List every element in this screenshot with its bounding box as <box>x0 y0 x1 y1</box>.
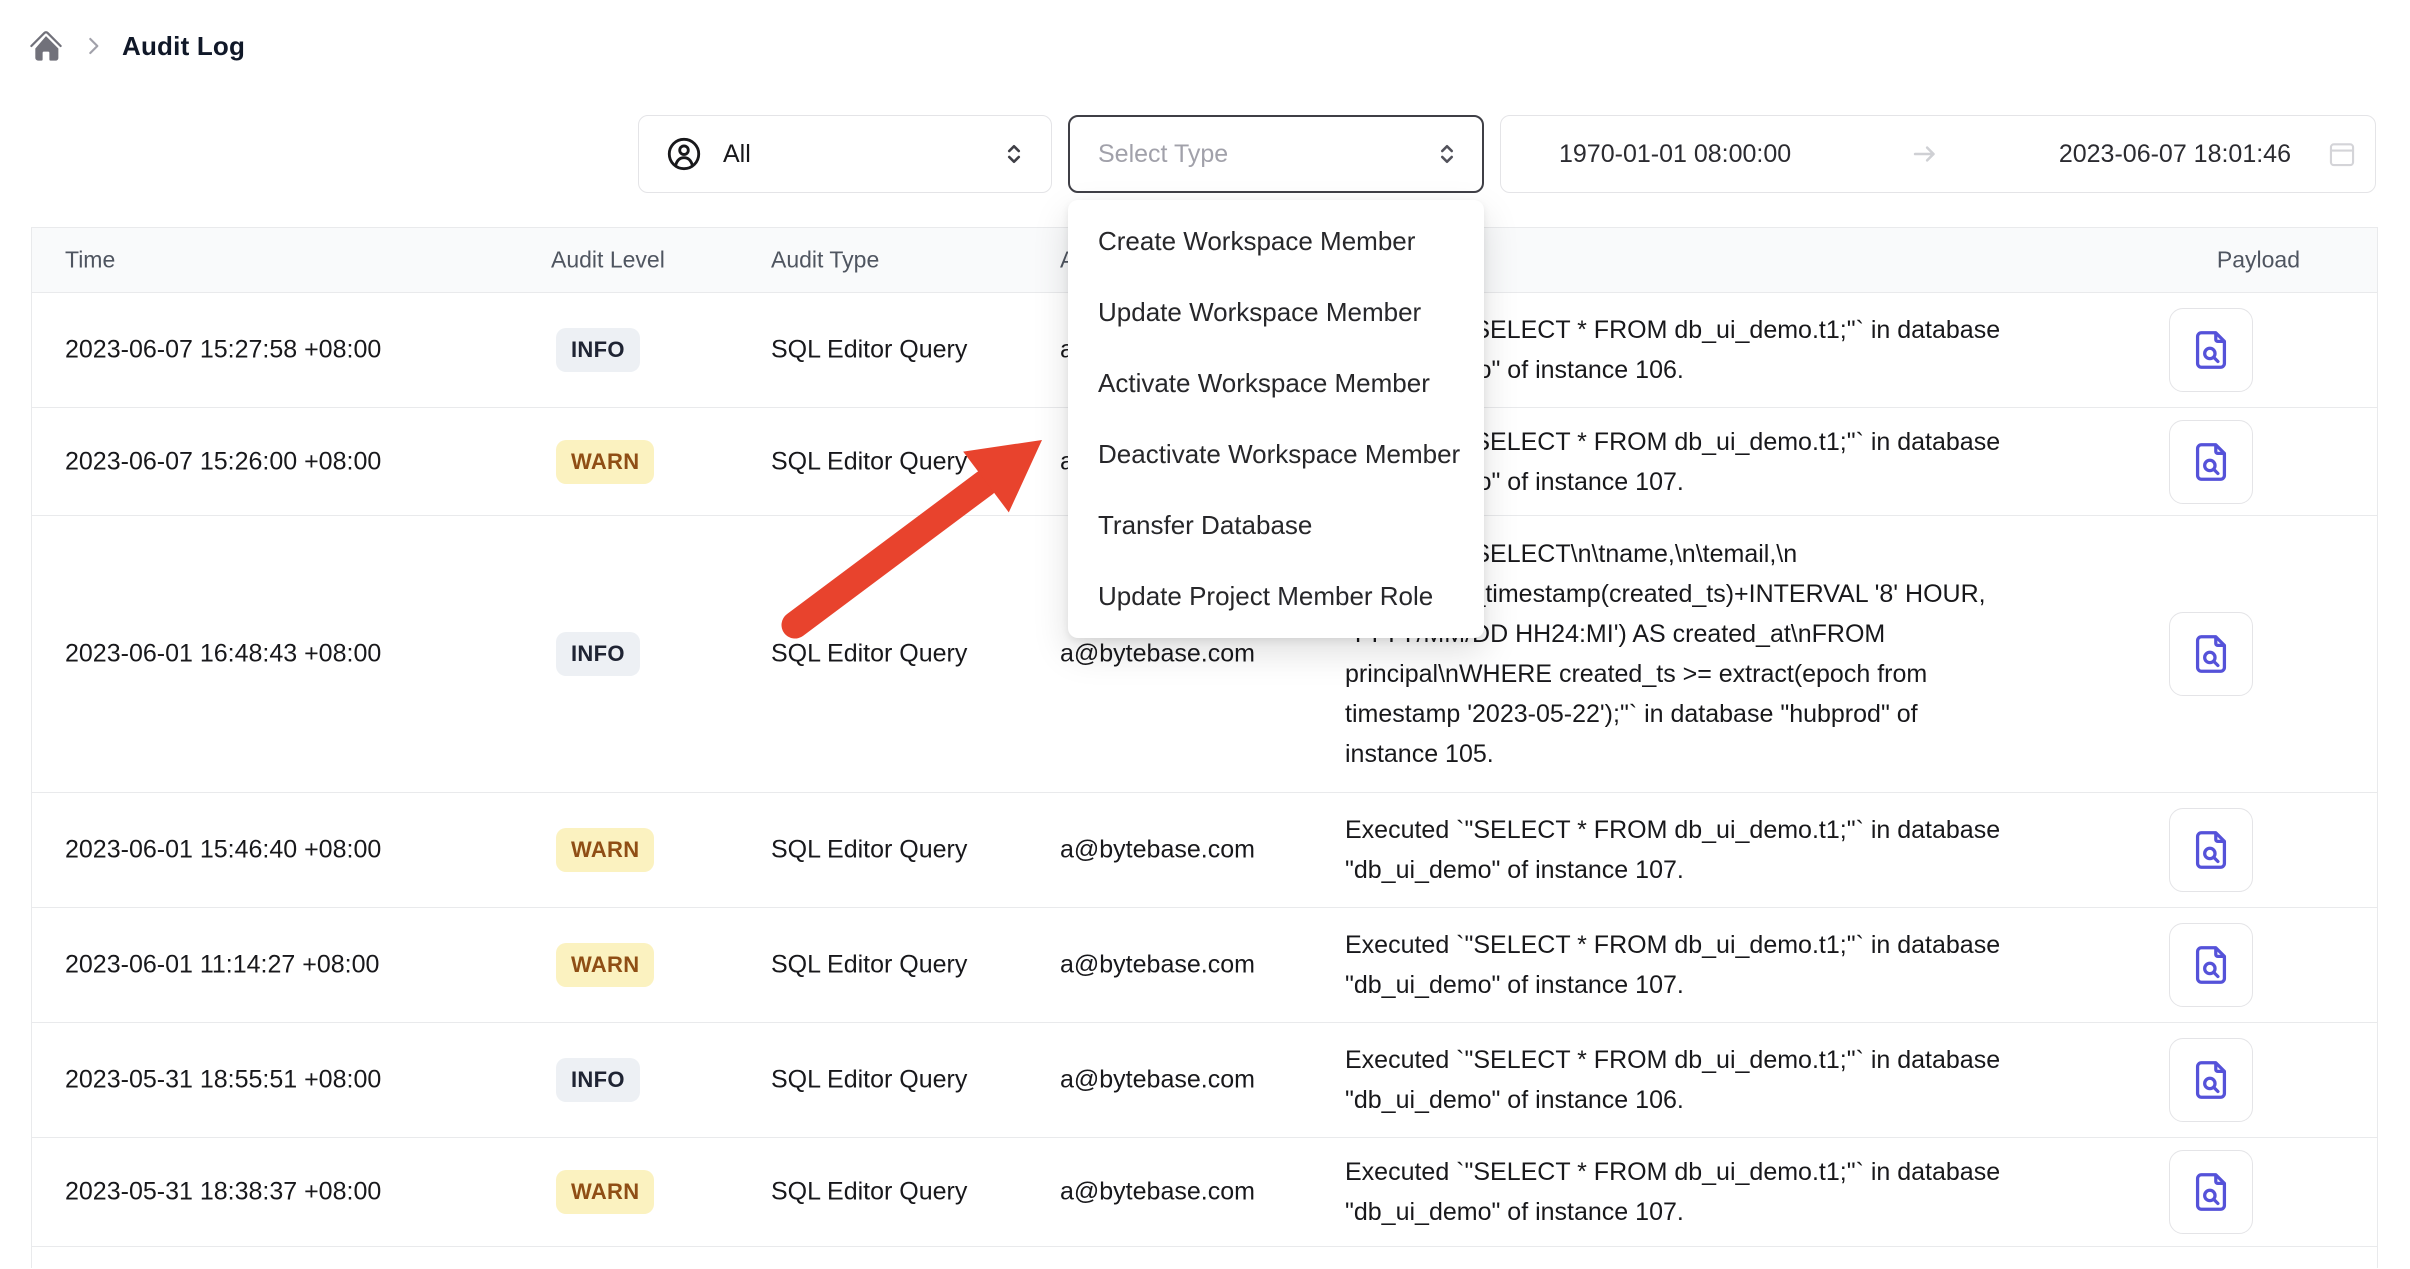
row-comment: Executed `"SELECT * FROM db_ui_demo.t1;"… <box>1345 1152 2145 1232</box>
payload-view-button[interactable] <box>2169 308 2253 392</box>
table-row <box>32 1247 2377 1269</box>
row-actor: a@bytebase.com <box>1060 836 1255 865</box>
row-comment: Executed `"SELECT * FROM db_ui_demo.t1;"… <box>1345 925 2145 1005</box>
audit-level-badge: WARN <box>556 440 654 484</box>
row-audit-type: SQL Editor Query <box>771 336 967 365</box>
row-comment: Executed `"SELECT * FROM db_ui_demo.t1;"… <box>1345 1040 2145 1120</box>
menu-item-update-project-member[interactable]: Update Project Member Role <box>1068 561 1484 632</box>
payload-view-button[interactable] <box>2169 808 2253 892</box>
row-time: 2023-06-01 15:46:40 +08:00 <box>65 836 381 865</box>
row-audit-type: SQL Editor Query <box>771 447 967 476</box>
audit-level-badge: WARN <box>556 1170 654 1214</box>
file-search-icon <box>2188 631 2234 677</box>
audit-level-badge: WARN <box>556 828 654 872</box>
calendar-icon[interactable] <box>2325 137 2359 171</box>
file-search-icon <box>2188 1057 2234 1103</box>
header-audit-level: Audit Level <box>551 247 665 274</box>
header-payload: Payload <box>2217 247 2300 274</box>
row-comment: Executed `"SELECT * FROM db_ui_demo.t1;"… <box>1345 810 2145 890</box>
file-search-icon <box>2188 327 2234 373</box>
page-title: Audit Log <box>122 31 245 62</box>
row-time: 2023-05-31 18:38:37 +08:00 <box>65 1178 381 1207</box>
type-filter-placeholder: Select Type <box>1098 140 1432 169</box>
row-audit-type: SQL Editor Query <box>771 1066 967 1095</box>
date-range-start[interactable]: 1970-01-01 08:00:00 <box>1559 140 1791 169</box>
table-row: 2023-06-01 15:46:40 +08:00 WARN SQL Edit… <box>32 793 2377 908</box>
row-actor: a@bytebase.com <box>1060 640 1255 669</box>
type-filter-select[interactable]: Select Type <box>1068 115 1484 193</box>
menu-item-deactivate-workspace-member[interactable]: Deactivate Workspace Member <box>1068 419 1484 490</box>
row-actor: a@bytebase.com <box>1060 951 1255 980</box>
audit-level-badge: INFO <box>556 632 640 676</box>
arrow-right-icon <box>1908 137 1942 171</box>
menu-item-create-workspace-member[interactable]: Create Workspace Member <box>1068 206 1484 277</box>
menu-item-update-workspace-member[interactable]: Update Workspace Member <box>1068 277 1484 348</box>
file-search-icon <box>2188 942 2234 988</box>
audit-level-badge: WARN <box>556 943 654 987</box>
actor-filter-value: All <box>723 140 979 169</box>
row-time: 2023-06-07 15:26:00 +08:00 <box>65 447 381 476</box>
table-row: 2023-05-31 18:38:37 +08:00 WARN SQL Edit… <box>32 1138 2377 1247</box>
updown-chevrons-icon <box>1432 139 1462 169</box>
breadcrumb-chevron-icon <box>80 33 106 59</box>
audit-level-badge: INFO <box>556 328 640 372</box>
row-actor: a@bytebase.com <box>1060 1178 1255 1207</box>
payload-view-button[interactable] <box>2169 420 2253 504</box>
row-audit-type: SQL Editor Query <box>771 640 967 669</box>
date-range-picker[interactable]: 1970-01-01 08:00:00 2023-06-07 18:01:46 <box>1500 115 2376 193</box>
file-search-icon <box>2188 827 2234 873</box>
date-range-end[interactable]: 2023-06-07 18:01:46 <box>2059 140 2291 169</box>
menu-item-transfer-database[interactable]: Transfer Database <box>1068 490 1484 561</box>
row-audit-type: SQL Editor Query <box>771 951 967 980</box>
person-icon <box>665 135 703 173</box>
table-row: 2023-06-01 11:14:27 +08:00 WARN SQL Edit… <box>32 908 2377 1023</box>
payload-view-button[interactable] <box>2169 612 2253 696</box>
file-search-icon <box>2188 1169 2234 1215</box>
breadcrumb: Audit Log <box>28 24 245 68</box>
home-icon[interactable] <box>28 28 64 64</box>
row-time: 2023-05-31 18:55:51 +08:00 <box>65 1066 381 1095</box>
row-time: 2023-06-01 11:14:27 +08:00 <box>65 951 379 980</box>
header-audit-type: Audit Type <box>771 247 879 274</box>
actor-filter-select[interactable]: All <box>638 115 1052 193</box>
file-search-icon <box>2188 439 2234 485</box>
table-row: 2023-05-31 18:55:51 +08:00 INFO SQL Edit… <box>32 1023 2377 1138</box>
audit-level-badge: INFO <box>556 1058 640 1102</box>
row-audit-type: SQL Editor Query <box>771 836 967 865</box>
row-audit-type: SQL Editor Query <box>771 1178 967 1207</box>
row-time: 2023-06-01 16:48:43 +08:00 <box>65 640 381 669</box>
menu-item-activate-workspace-member[interactable]: Activate Workspace Member <box>1068 348 1484 419</box>
updown-chevrons-icon <box>999 139 1029 169</box>
payload-view-button[interactable] <box>2169 923 2253 1007</box>
audit-type-dropdown-menu: Create Workspace Member Update Workspace… <box>1068 200 1484 638</box>
payload-view-button[interactable] <box>2169 1038 2253 1122</box>
row-time: 2023-06-07 15:27:58 +08:00 <box>65 336 381 365</box>
row-actor: a@bytebase.com <box>1060 1066 1255 1095</box>
payload-view-button[interactable] <box>2169 1150 2253 1234</box>
header-time: Time <box>65 247 115 274</box>
